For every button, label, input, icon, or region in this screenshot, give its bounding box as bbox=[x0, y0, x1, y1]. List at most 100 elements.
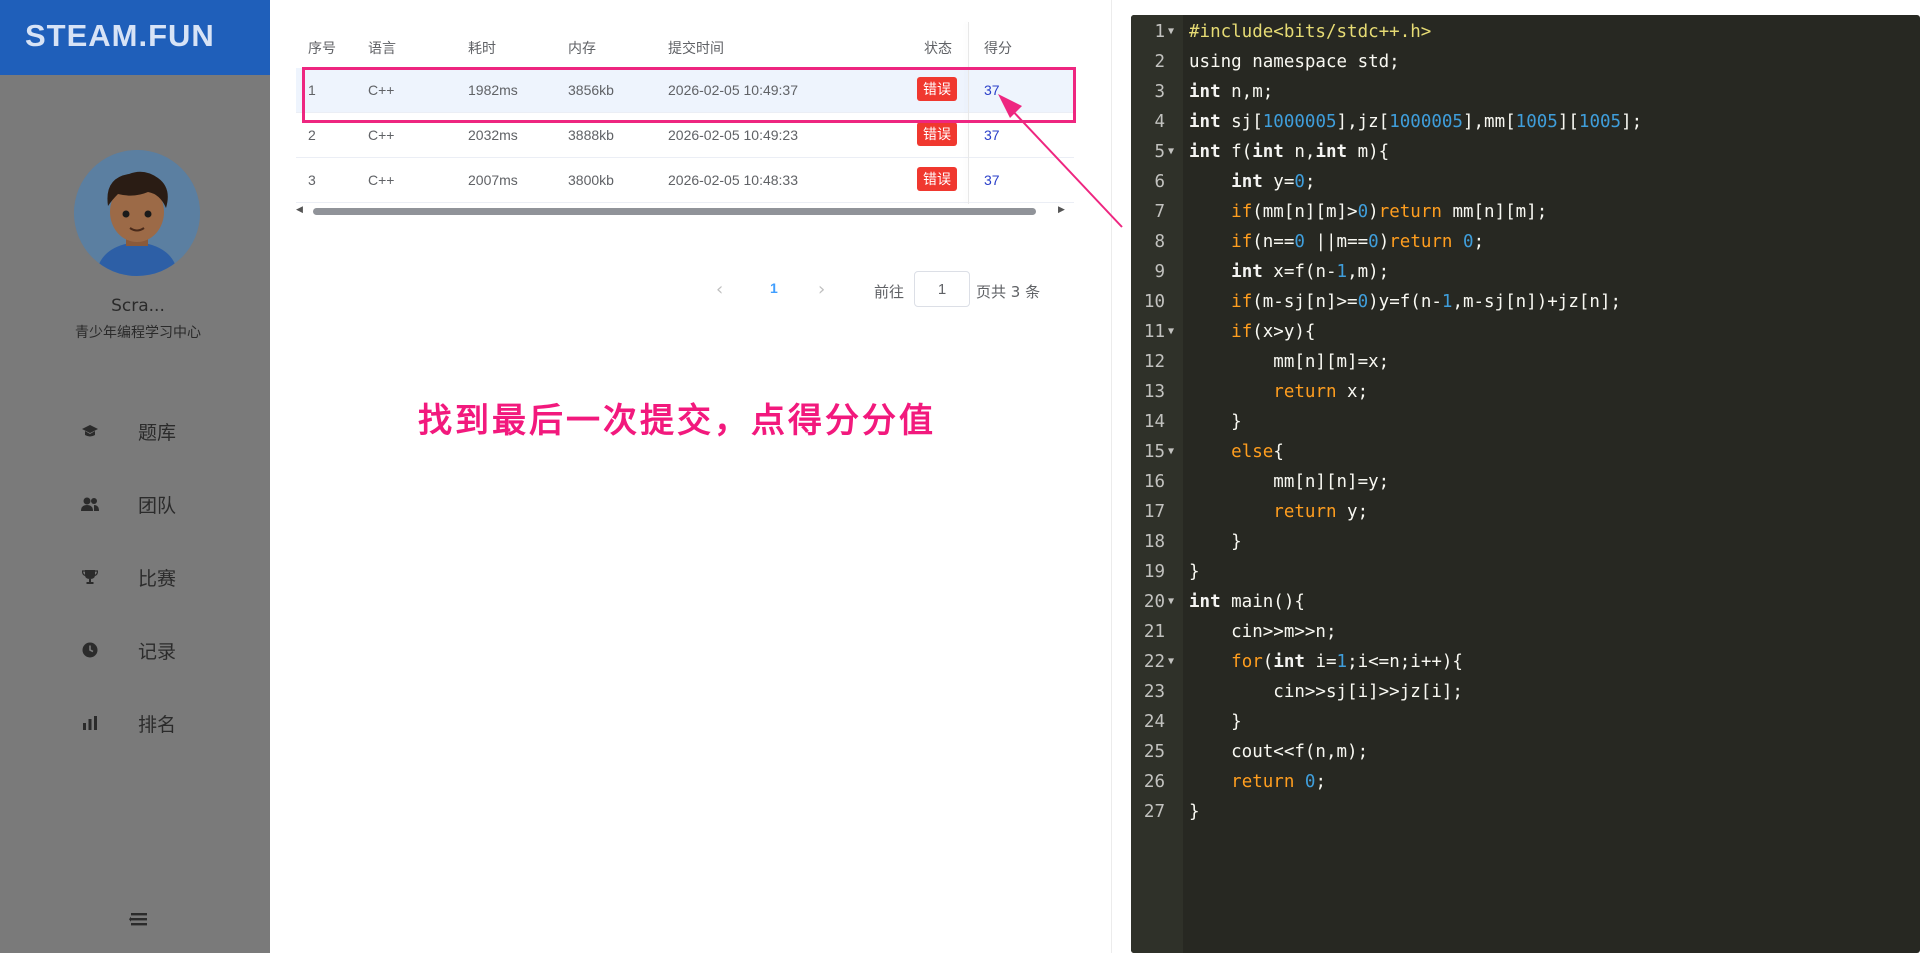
line-number: 10 bbox=[1143, 292, 1165, 312]
line-number: 2 bbox=[1154, 52, 1165, 72]
team-icon bbox=[80, 494, 100, 514]
code-text: } bbox=[1189, 412, 1242, 432]
line-number: 24 bbox=[1143, 712, 1165, 732]
code-line[interactable]: 11 ▼ if(x>y){ bbox=[1131, 317, 1920, 347]
code-text: for(int i=1;i<=n;i++){ bbox=[1231, 652, 1463, 672]
code-line[interactable]: 26 return 0; bbox=[1131, 767, 1920, 797]
code-line[interactable]: 15 ▼ else{ bbox=[1131, 437, 1920, 467]
nav-label: 比赛 bbox=[138, 567, 177, 590]
line-number: 3 bbox=[1154, 82, 1165, 102]
code-line[interactable]: 19} bbox=[1131, 557, 1920, 587]
code-line[interactable]: 17 return y; bbox=[1131, 497, 1920, 527]
table-header: 序号 语言 耗时 内存 提交时间 状态 得分 bbox=[296, 26, 1074, 68]
code-line[interactable]: 22 ▼ for(int i=1;i<=n;i++){ bbox=[1131, 647, 1920, 677]
code-text: if(n==0 ||m==0)return 0; bbox=[1231, 232, 1485, 252]
status-badge: 错误 bbox=[917, 167, 957, 191]
question-bank-icon bbox=[80, 421, 100, 441]
header-index: 序号 bbox=[308, 41, 336, 57]
nav-label: 团队 bbox=[138, 494, 177, 517]
code-text: int n,m; bbox=[1189, 82, 1274, 102]
code-line[interactable]: 2 using namespace std; bbox=[1131, 47, 1920, 77]
annotation-highlight-box bbox=[302, 67, 1076, 123]
header-memory: 内存 bbox=[568, 41, 596, 57]
code-line[interactable]: 1 ▼ #include<bits/stdc++.h> bbox=[1131, 17, 1920, 47]
code-text: } bbox=[1189, 712, 1242, 732]
avatar[interactable] bbox=[74, 150, 200, 276]
nav-item-records[interactable]: 记录 bbox=[80, 630, 260, 670]
row-submitted: 2026-02-05 10:48:33 bbox=[668, 172, 798, 188]
code-text: cout<<f(n,m); bbox=[1189, 742, 1369, 762]
instruction-annotation: 找到最后一次提交，点得分分值 bbox=[418, 401, 936, 441]
page-current[interactable]: 1 bbox=[770, 280, 778, 296]
annotation-arrow-icon bbox=[998, 94, 1123, 228]
row-language: C++ bbox=[368, 172, 395, 188]
code-line[interactable]: 4 int sj[1000005],jz[1000005],mm[1005][10… bbox=[1131, 107, 1920, 137]
row-submitted: 2026-02-05 10:49:23 bbox=[668, 127, 798, 143]
fold-arrow-icon[interactable]: ▼ bbox=[1168, 317, 1174, 347]
nav-item-team[interactable]: 团队 bbox=[80, 484, 260, 524]
code-line[interactable]: 20 ▼ int main(){ bbox=[1131, 587, 1920, 617]
fold-arrow-icon[interactable]: ▼ bbox=[1168, 437, 1174, 467]
user-org: 青少年编程学习中心 bbox=[75, 325, 201, 341]
code-text: #include<bits/stdc++.h> bbox=[1189, 22, 1432, 42]
chevron-right-icon[interactable]: › bbox=[818, 279, 825, 300]
code-line[interactable]: 23 cin>>sj[i]>>jz[i]; bbox=[1131, 677, 1920, 707]
nav-item-problems[interactable]: 题库 bbox=[80, 411, 260, 451]
line-number: 12 bbox=[1143, 352, 1165, 372]
code-text: int f(int n,int m){ bbox=[1189, 142, 1390, 162]
code-line[interactable]: 27} bbox=[1131, 797, 1920, 827]
code-text: if(m-sj[n]>=0)y=f(n-1,m-sj[n])+jz[n]; bbox=[1231, 292, 1622, 312]
scroll-thumb[interactable] bbox=[313, 208, 1036, 215]
code-editor[interactable]: 1 ▼ #include<bits/stdc++.h> 2 using namespac… bbox=[1131, 15, 1920, 953]
row-language: C++ bbox=[368, 127, 395, 143]
status-badge: 错误 bbox=[917, 122, 957, 146]
code-line[interactable]: 9 int x=f(n-1,m); bbox=[1131, 257, 1920, 287]
code-line[interactable]: 5 ▼ int f(int n,int m){ bbox=[1131, 137, 1920, 167]
line-number: 27 bbox=[1143, 802, 1165, 822]
scroll-left-icon[interactable]: ◀ bbox=[296, 205, 303, 215]
code-line[interactable]: 25 cout<<f(n,m); bbox=[1131, 737, 1920, 767]
line-number: 5 bbox=[1154, 142, 1165, 162]
line-number: 8 bbox=[1154, 232, 1165, 252]
code-line[interactable]: 6 int y=0; bbox=[1131, 167, 1920, 197]
code-line[interactable]: 3 int n,m; bbox=[1131, 77, 1920, 107]
code-text: return 0; bbox=[1231, 772, 1327, 792]
fold-arrow-icon[interactable]: ▼ bbox=[1168, 587, 1174, 617]
code-line[interactable]: 24 } bbox=[1131, 707, 1920, 737]
fold-arrow-icon[interactable]: ▼ bbox=[1168, 647, 1174, 677]
line-number: 16 bbox=[1143, 472, 1165, 492]
fold-arrow-icon[interactable]: ▼ bbox=[1168, 17, 1174, 47]
line-number: 14 bbox=[1143, 412, 1165, 432]
code-line[interactable]: 7 if(mm[n][m]>0)return mm[n][m]; bbox=[1131, 197, 1920, 227]
code-line[interactable]: 14 } bbox=[1131, 407, 1920, 437]
fold-arrow-icon[interactable]: ▼ bbox=[1168, 137, 1174, 167]
chevron-left-icon[interactable]: ‹ bbox=[716, 279, 723, 300]
header-score: 得分 bbox=[984, 41, 1012, 57]
code-line[interactable]: 18 } bbox=[1131, 527, 1920, 557]
code-line[interactable]: 12 mm[n][m]=x; bbox=[1131, 347, 1920, 377]
nav-item-ranking[interactable]: 排名 bbox=[80, 703, 260, 743]
menu-collapse-icon[interactable] bbox=[128, 908, 150, 930]
user-name: Scra... bbox=[111, 296, 165, 316]
line-number: 19 bbox=[1143, 562, 1165, 582]
code-text: cin>>sj[i]>>jz[i]; bbox=[1189, 682, 1463, 702]
table-scrollbar[interactable]: ◀ ▶ bbox=[296, 205, 1068, 217]
line-number: 13 bbox=[1143, 382, 1165, 402]
code-text: return y; bbox=[1273, 502, 1369, 522]
code-line[interactable]: 21 cin>>m>>n; bbox=[1131, 617, 1920, 647]
nav-label: 题库 bbox=[138, 421, 177, 444]
logo[interactable]: STEAM.FUN bbox=[25, 18, 215, 54]
line-number: 17 bbox=[1143, 502, 1165, 522]
header-submitted: 提交时间 bbox=[668, 41, 724, 57]
code-line[interactable]: 8 if(n==0 ||m==0)return 0; bbox=[1131, 227, 1920, 257]
total-label: 页共 3 条 bbox=[976, 283, 1041, 301]
line-number: 6 bbox=[1154, 172, 1165, 192]
code-line[interactable]: 10 if(m-sj[n]>=0)y=f(n-1,m-sj[n])+jz[n]; bbox=[1131, 287, 1920, 317]
nav-item-contest[interactable]: 比赛 bbox=[80, 557, 260, 597]
code-line[interactable]: 16 mm[n][n]=y; bbox=[1131, 467, 1920, 497]
code-line[interactable]: 13 return x; bbox=[1131, 377, 1920, 407]
table-row[interactable]: 3 C++ 2007ms 3800kb 2026-02-05 10:48:33 … bbox=[296, 158, 1074, 203]
code-text: int main(){ bbox=[1189, 592, 1305, 612]
goto-page-input[interactable] bbox=[914, 271, 970, 307]
code-text: mm[n][n]=y; bbox=[1189, 472, 1390, 492]
